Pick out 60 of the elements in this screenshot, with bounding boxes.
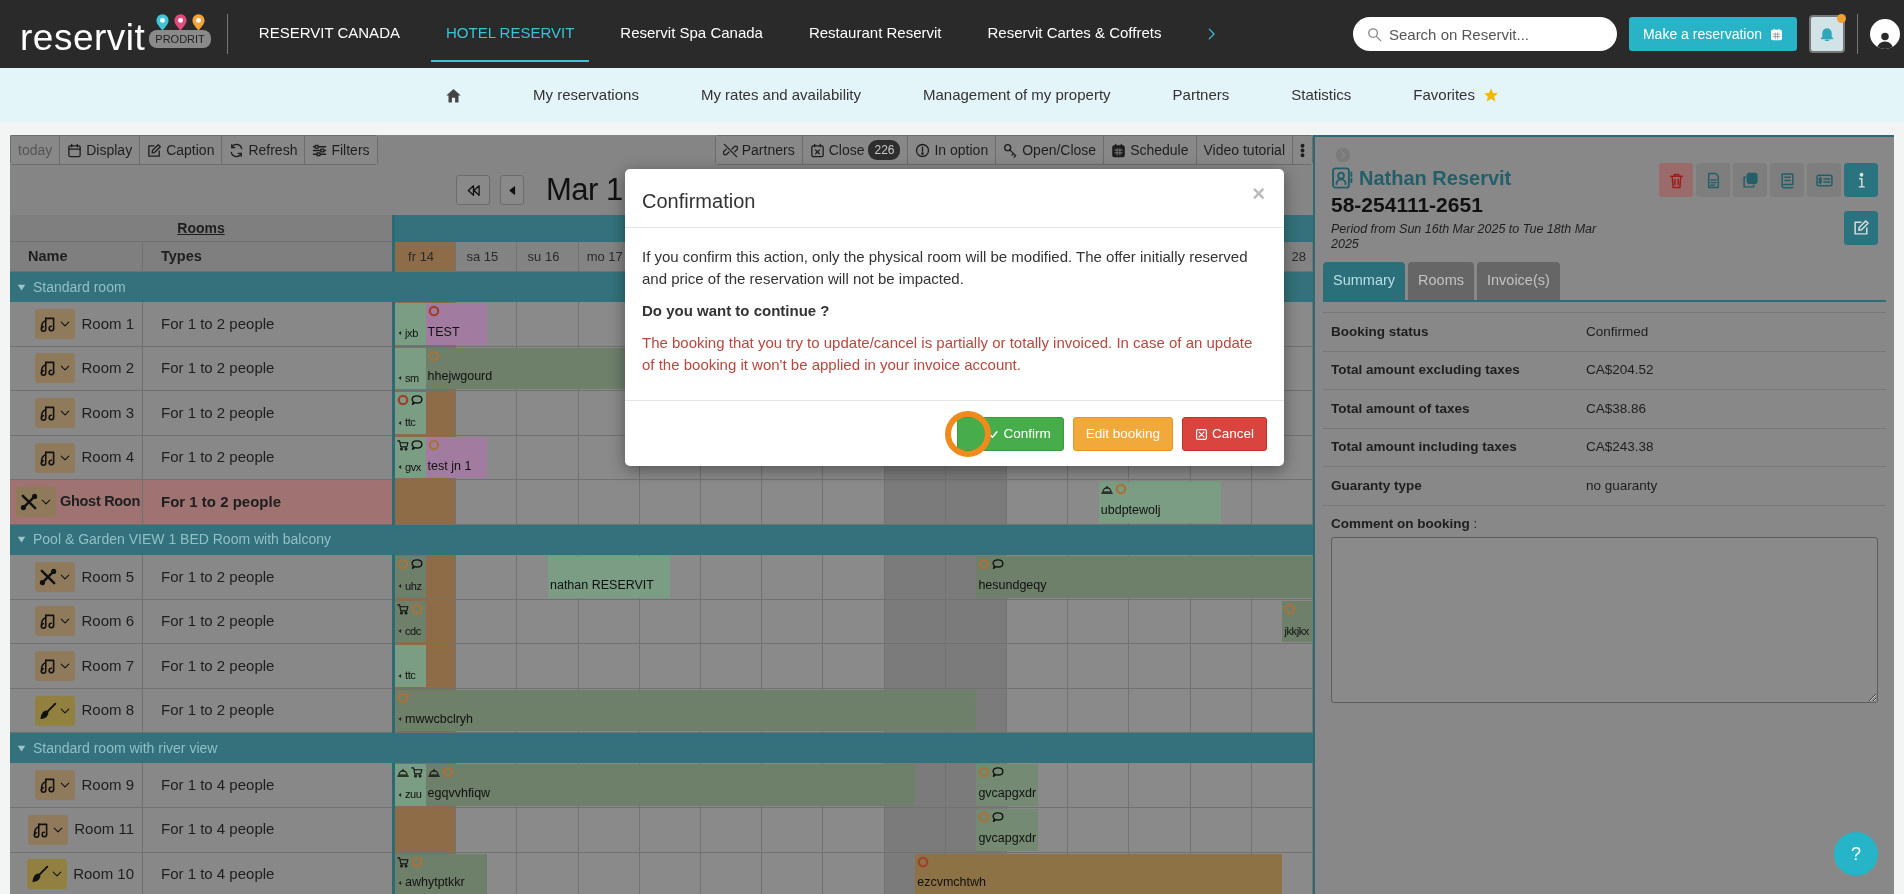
booking-label: mwwcbclryh <box>405 710 474 728</box>
booking-label: gvcapgxdr <box>978 785 1037 803</box>
column-header: Name <box>10 242 143 272</box>
booking-label: TEST <box>427 323 460 341</box>
booking-label: gvcapgxdr <box>978 829 1037 847</box>
column-heading: Rooms <box>177 218 225 238</box>
booking-number: 58-254111-2651 <box>1331 193 1484 217</box>
room-name: Room 4 <box>81 447 134 468</box>
booking-label: ubdptewolj <box>1100 502 1161 520</box>
calendar-title: Mar 1 <box>546 170 623 209</box>
summary-value: CA$38.86 <box>1586 399 1647 418</box>
booking-label: hesundgeqy <box>978 576 1047 594</box>
comment-label: Comment on booking : <box>1331 515 1478 531</box>
summary-label: Total amount of taxes <box>1331 399 1471 418</box>
booking-label: test jn 1 <box>427 457 472 475</box>
day-header: fr 14 <box>395 242 457 271</box>
booking-label: ttc <box>405 415 416 431</box>
booking-label: uhz <box>405 579 422 595</box>
booking-label: ttc <box>405 668 416 684</box>
dialog-question: Do you want to continue ? <box>642 301 831 321</box>
booking-label: ezcvmchtwh <box>917 874 986 892</box>
booking-label: gvx <box>405 459 421 475</box>
booking-label: jxb <box>405 326 418 342</box>
booking-period: Period from Sun 16th Mar 2025 to Tue 18th Mar 2025 <box>1331 222 1598 253</box>
room-name: Room 10 <box>73 864 134 885</box>
room-name: Room 11 <box>74 819 134 840</box>
booking-label: awhytptkkr <box>405 874 465 892</box>
room-name: Room 7 <box>81 655 134 676</box>
room-name: Room 5 <box>81 566 134 587</box>
room-name: Ghost Roon <box>60 492 140 512</box>
summary-value: CA$204.52 <box>1586 361 1654 380</box>
room-name: Room 9 <box>81 774 134 795</box>
room-name: Room 6 <box>81 611 134 632</box>
room-name: Room 3 <box>81 402 134 423</box>
room-name: Room 2 <box>81 358 134 379</box>
booking-label: jkkjkx <box>1284 623 1309 639</box>
group-name: Standard room with river view <box>33 738 218 758</box>
summary-value: no guaranty <box>1586 476 1658 495</box>
dialog-message: If you confirm this action, only the physical room will be modified. The offer initially reserved and price of the reservation will not be impacted. <box>642 247 1249 289</box>
booking-label: egqvvhfiqw <box>427 785 491 803</box>
summary-value: Confirmed <box>1586 322 1649 341</box>
room-name: Room 8 <box>81 700 134 721</box>
summary-value: CA$243.38 <box>1586 438 1654 457</box>
booking-label: nathan RESERVIT <box>550 576 654 594</box>
count-badge: 226 <box>868 140 901 160</box>
dialog-title: Confirmation <box>642 189 756 213</box>
room-type: For 1 to 2 people <box>143 480 392 525</box>
summary-label: Guaranty type <box>1331 476 1423 495</box>
booking-label: sm <box>405 370 419 386</box>
summary-label: Total amount excluding taxes <box>1331 361 1521 380</box>
summary-label: Total amount including taxes <box>1331 438 1518 457</box>
group-name: Pool & Garden VIEW 1 BED Room with balcony <box>33 530 332 550</box>
booking-label: zuu <box>405 787 422 803</box>
column-header: Types <box>143 242 392 272</box>
booking-label: cdc <box>405 623 421 639</box>
group-name: Standard room <box>33 277 126 297</box>
room-name: Room 1 <box>81 313 134 334</box>
booking-label: hhejwgourd <box>427 368 493 386</box>
summary-label: Booking status <box>1331 322 1430 341</box>
environment-badge: PRODRIT <box>149 29 211 48</box>
